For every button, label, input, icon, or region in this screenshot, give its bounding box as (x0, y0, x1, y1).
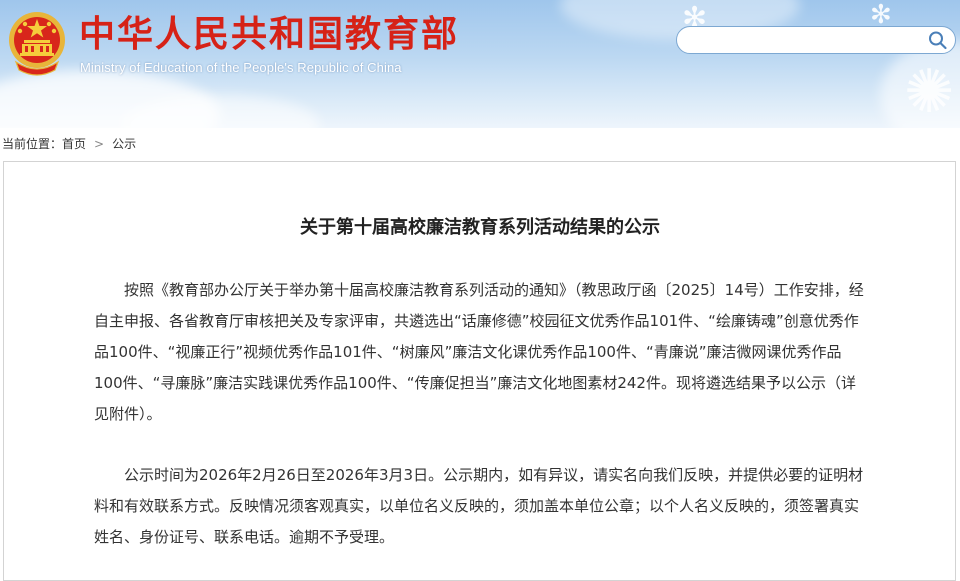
breadcrumb-home-link[interactable]: 首页 (62, 137, 86, 151)
breadcrumb-prefix: 当前位置： (2, 137, 63, 151)
article-paragraph: 公示时间为2026年2月26日至2026年3月3日。公示期内，如有异议，请实名向… (94, 466, 864, 546)
site-header: ✻ ✻ ✺ 中华人民共和国教育部 Ministry of Education o… (0, 0, 960, 128)
article-paragraph: 按照《教育部办公厅关于举办第十届高校廉洁教育系列活动的通知》（教思政厅函〔202… (94, 281, 864, 423)
search-button[interactable] (927, 30, 949, 50)
dandelion-decoration: ✻ (870, 0, 892, 30)
site-title: 中华人民共和国教育部 (79, 14, 460, 55)
breadcrumb: 当前位置：首页 > 公示 (2, 135, 136, 152)
article-title: 关于第十届高校廉洁教育系列活动结果的公示 (300, 217, 660, 238)
breadcrumb-separator: > (94, 137, 105, 151)
breadcrumb-current-link[interactable]: 公示 (112, 137, 136, 151)
search-input[interactable] (689, 30, 933, 52)
search-box (676, 26, 956, 54)
national-emblem-icon (9, 12, 65, 76)
site-subtitle: Ministry of Education of the People's Re… (80, 60, 402, 75)
dandelion-decoration: ✺ (904, 57, 955, 127)
search-icon (929, 31, 947, 50)
